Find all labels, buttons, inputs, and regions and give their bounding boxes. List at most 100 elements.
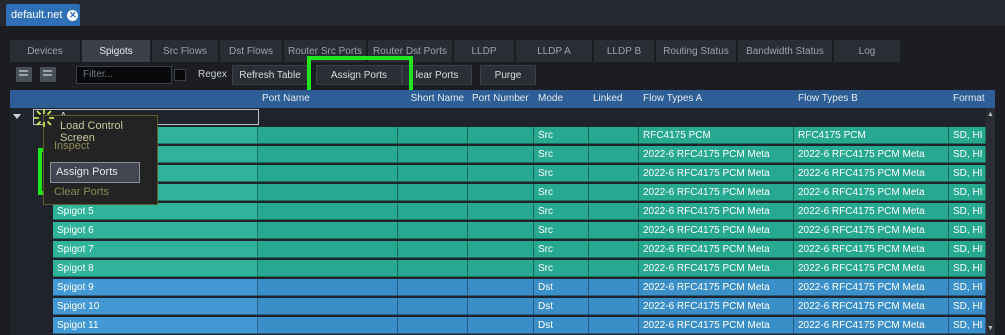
col-port-number[interactable]: Port Number xyxy=(468,90,534,108)
table-cell xyxy=(258,317,398,334)
table-cell xyxy=(589,127,639,144)
table-cell: Src xyxy=(534,165,589,182)
table-cell xyxy=(398,317,468,334)
table-row[interactable]: Spigot 7 Src 2022-6 RFC4175 PCM Meta 2022-6… xyxy=(10,241,986,258)
table-cell xyxy=(398,222,468,239)
table-cell: SD, HI xyxy=(949,298,986,315)
table-cell xyxy=(398,165,468,182)
purge-button[interactable]: Purge xyxy=(480,65,536,85)
col-format[interactable]: Format xyxy=(949,90,986,108)
tab-lldp[interactable]: LLDP xyxy=(454,40,514,62)
table-cell: Src xyxy=(534,127,589,144)
menu-item-assign-ports[interactable]: Assign Ports xyxy=(50,162,140,183)
tab-spigots[interactable]: Spigots xyxy=(82,40,150,62)
table-cell: RFC4175 PCM xyxy=(639,127,794,144)
table-cell xyxy=(589,222,639,239)
col-mode[interactable]: Mode xyxy=(534,90,589,108)
menu-item-inspect[interactable]: Inspect xyxy=(54,140,89,156)
document-tab-label: default.net xyxy=(11,9,63,21)
table-cell: Src xyxy=(534,222,589,239)
table-cell xyxy=(398,184,468,201)
tab-lldp-b[interactable]: LLDP B xyxy=(594,40,654,62)
table-cell: 2022-6 RFC4175 PCM Meta xyxy=(794,184,949,201)
tab-router-src-ports[interactable]: Router Src Ports xyxy=(284,40,366,62)
table-cell: SD, HI xyxy=(949,127,986,144)
regex-checkbox[interactable] xyxy=(174,69,186,81)
col-flow-types-b[interactable]: Flow Types B xyxy=(794,90,949,108)
scroll-down-icon[interactable]: ▼ xyxy=(986,324,995,333)
table-cell: SD, HI xyxy=(949,146,986,163)
tree-expand-icon[interactable] xyxy=(13,114,21,119)
table-cell: SD, HI xyxy=(949,203,986,220)
collapse-all-icon[interactable] xyxy=(16,67,32,82)
table-cell xyxy=(468,203,534,220)
table-cell xyxy=(398,241,468,258)
table-cell: 2022-6 RFC4175 PCM Meta xyxy=(794,260,949,277)
table-cell xyxy=(398,203,468,220)
table-cell xyxy=(398,260,468,277)
table-cell: 2022-6 RFC4175 PCM Meta xyxy=(794,241,949,258)
table-cell: 2022-6 RFC4175 PCM Meta xyxy=(639,146,794,163)
tab-log[interactable]: Log xyxy=(834,40,900,62)
tab-devices[interactable]: Devices xyxy=(10,40,80,62)
table-cell: SD, HI xyxy=(949,317,986,334)
table-cell xyxy=(258,260,398,277)
tab-routing-status[interactable]: Routing Status xyxy=(656,40,736,62)
table-cell xyxy=(589,260,639,277)
table-cell xyxy=(258,222,398,239)
table-cell: 2022-6 RFC4175 PCM Meta xyxy=(639,203,794,220)
table-cell xyxy=(258,184,398,201)
table-cell: 2022-6 RFC4175 PCM Meta xyxy=(794,203,949,220)
refresh-table-button[interactable]: Refresh Table xyxy=(232,65,308,85)
table-cell: SD, HI xyxy=(949,241,986,258)
table-cell: Spigot 5 xyxy=(53,203,258,220)
table-cell xyxy=(589,203,639,220)
col-linked[interactable]: Linked xyxy=(589,90,639,108)
table-cell: 2022-6 RFC4175 PCM Meta xyxy=(639,165,794,182)
table-cell: 2022-6 RFC4175 PCM Meta xyxy=(639,241,794,258)
table-cell xyxy=(589,279,639,296)
table-row[interactable]: Spigot 11 Dst 2022-6 RFC4175 PCM Meta 2022-… xyxy=(10,317,986,334)
table-row[interactable]: Spigot 10 Dst 2022-6 RFC4175 PCM Meta 2022-… xyxy=(10,298,986,315)
col-short-name[interactable]: Short Name xyxy=(398,90,468,108)
table-cell xyxy=(398,279,468,296)
table-row[interactable]: Spigot 6 Src 2022-6 RFC4175 PCM Meta 2022-6… xyxy=(10,222,986,239)
table-cell: Dst xyxy=(534,317,589,334)
table-cell xyxy=(589,241,639,258)
table-cell: Spigot 7 xyxy=(53,241,258,258)
table-cell xyxy=(589,146,639,163)
col-port-name[interactable]: Port Name xyxy=(258,90,398,108)
expand-all-icon[interactable] xyxy=(40,67,56,82)
col-flow-types-a[interactable]: Flow Types A xyxy=(639,90,794,108)
filter-input[interactable]: Filter... xyxy=(76,66,172,84)
document-tab[interactable]: default.net ✕ xyxy=(6,4,80,26)
table-cell: Spigot 10 xyxy=(53,298,258,315)
tab-bandwidth-status[interactable]: Bandwidth Status xyxy=(738,40,832,62)
table-cell: 2022-6 RFC4175 PCM Meta xyxy=(794,298,949,315)
tab-src-flows[interactable]: Src Flows xyxy=(152,40,218,62)
table-row[interactable]: Spigot 8 Src 2022-6 RFC4175 PCM Meta 2022-6… xyxy=(10,260,986,277)
table-cell xyxy=(258,146,398,163)
toolbar: Filter... Regex Refresh Table Assign Por… xyxy=(10,64,995,86)
table-cell xyxy=(258,298,398,315)
table-cell xyxy=(468,184,534,201)
table-cell xyxy=(258,127,398,144)
assign-ports-button[interactable]: Assign Ports xyxy=(316,65,402,85)
table-cell xyxy=(589,165,639,182)
tab-lldp-a[interactable]: LLDP A xyxy=(516,40,592,62)
table-cell: Spigot 9 xyxy=(53,279,258,296)
table-cell: 2022-6 RFC4175 PCM Meta xyxy=(639,260,794,277)
tab-dst-flows[interactable]: Dst Flows xyxy=(220,40,282,62)
close-icon[interactable]: ✕ xyxy=(67,9,79,21)
table-cell xyxy=(398,298,468,315)
table-row[interactable]: Spigot 5 Src 2022-6 RFC4175 PCM Meta 2022-6… xyxy=(10,203,986,220)
menu-item-load-control-screen[interactable]: Load Control Screen xyxy=(60,120,157,144)
table-row[interactable]: Spigot 9 Dst 2022-6 RFC4175 PCM Meta 2022-6… xyxy=(10,279,986,296)
vertical-scrollbar[interactable]: ▲ ▼ xyxy=(986,108,995,335)
clear-ports-button[interactable]: lear Ports xyxy=(402,65,472,85)
menu-item-clear-ports[interactable]: Clear Ports xyxy=(54,186,109,202)
scroll-up-icon[interactable]: ▲ xyxy=(986,110,995,119)
table-cell: 2022-6 RFC4175 PCM Meta xyxy=(639,317,794,334)
tab-router-dst-ports[interactable]: Router Dst Ports xyxy=(368,40,452,62)
table-cell xyxy=(468,279,534,296)
